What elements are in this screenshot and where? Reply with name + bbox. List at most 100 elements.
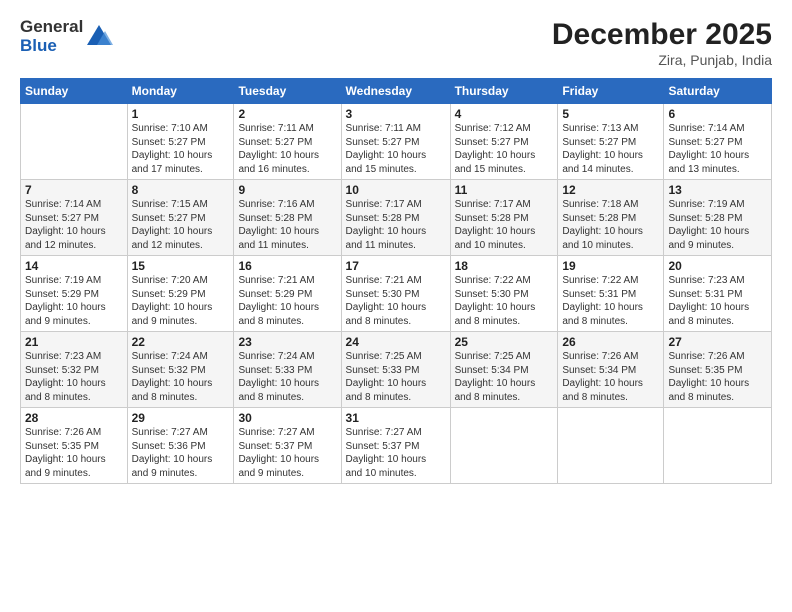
col-header-monday: Monday bbox=[127, 79, 234, 104]
day-info: Sunrise: 7:24 AMSunset: 5:32 PMDaylight:… bbox=[132, 350, 230, 404]
day-info: Sunrise: 7:23 AMSunset: 5:31 PMDaylight:… bbox=[668, 274, 767, 328]
day-info: Sunrise: 7:15 AMSunset: 5:27 PMDaylight:… bbox=[132, 198, 230, 252]
logo-blue: Blue bbox=[20, 37, 83, 56]
calendar-cell: 10Sunrise: 7:17 AMSunset: 5:28 PMDayligh… bbox=[341, 180, 450, 256]
calendar-cell: 9Sunrise: 7:16 AMSunset: 5:28 PMDaylight… bbox=[234, 180, 341, 256]
calendar-cell: 4Sunrise: 7:12 AMSunset: 5:27 PMDaylight… bbox=[450, 104, 558, 180]
day-number: 24 bbox=[346, 335, 446, 349]
page-header: General Blue December 2025 Zira, Punjab,… bbox=[20, 18, 772, 68]
calendar-cell: 15Sunrise: 7:20 AMSunset: 5:29 PMDayligh… bbox=[127, 256, 234, 332]
day-number: 29 bbox=[132, 411, 230, 425]
calendar-cell: 11Sunrise: 7:17 AMSunset: 5:28 PMDayligh… bbox=[450, 180, 558, 256]
calendar-header-row: SundayMondayTuesdayWednesdayThursdayFrid… bbox=[21, 79, 772, 104]
calendar-cell: 29Sunrise: 7:27 AMSunset: 5:36 PMDayligh… bbox=[127, 408, 234, 484]
day-number: 20 bbox=[668, 259, 767, 273]
calendar-table: SundayMondayTuesdayWednesdayThursdayFrid… bbox=[20, 78, 772, 484]
day-number: 19 bbox=[562, 259, 659, 273]
day-number: 18 bbox=[455, 259, 554, 273]
day-info: Sunrise: 7:27 AMSunset: 5:37 PMDaylight:… bbox=[238, 426, 336, 480]
col-header-friday: Friday bbox=[558, 79, 664, 104]
calendar-cell: 20Sunrise: 7:23 AMSunset: 5:31 PMDayligh… bbox=[664, 256, 772, 332]
calendar-cell: 5Sunrise: 7:13 AMSunset: 5:27 PMDaylight… bbox=[558, 104, 664, 180]
day-number: 31 bbox=[346, 411, 446, 425]
month-year: December 2025 bbox=[552, 18, 772, 52]
calendar-cell: 28Sunrise: 7:26 AMSunset: 5:35 PMDayligh… bbox=[21, 408, 128, 484]
day-info: Sunrise: 7:17 AMSunset: 5:28 PMDaylight:… bbox=[455, 198, 554, 252]
day-number: 27 bbox=[668, 335, 767, 349]
day-info: Sunrise: 7:25 AMSunset: 5:34 PMDaylight:… bbox=[455, 350, 554, 404]
day-info: Sunrise: 7:11 AMSunset: 5:27 PMDaylight:… bbox=[346, 122, 446, 176]
calendar-cell bbox=[558, 408, 664, 484]
day-number: 2 bbox=[238, 107, 336, 121]
col-header-sunday: Sunday bbox=[21, 79, 128, 104]
day-info: Sunrise: 7:20 AMSunset: 5:29 PMDaylight:… bbox=[132, 274, 230, 328]
logo: General Blue bbox=[20, 18, 113, 55]
day-info: Sunrise: 7:22 AMSunset: 5:30 PMDaylight:… bbox=[455, 274, 554, 328]
calendar-week-5: 28Sunrise: 7:26 AMSunset: 5:35 PMDayligh… bbox=[21, 408, 772, 484]
title-block: December 2025 Zira, Punjab, India bbox=[552, 18, 772, 68]
day-number: 9 bbox=[238, 183, 336, 197]
calendar-cell: 3Sunrise: 7:11 AMSunset: 5:27 PMDaylight… bbox=[341, 104, 450, 180]
calendar-cell bbox=[450, 408, 558, 484]
calendar-cell: 6Sunrise: 7:14 AMSunset: 5:27 PMDaylight… bbox=[664, 104, 772, 180]
day-number: 13 bbox=[668, 183, 767, 197]
day-info: Sunrise: 7:12 AMSunset: 5:27 PMDaylight:… bbox=[455, 122, 554, 176]
day-info: Sunrise: 7:14 AMSunset: 5:27 PMDaylight:… bbox=[25, 198, 123, 252]
calendar-cell bbox=[21, 104, 128, 180]
day-number: 6 bbox=[668, 107, 767, 121]
day-number: 14 bbox=[25, 259, 123, 273]
day-number: 26 bbox=[562, 335, 659, 349]
calendar-cell: 22Sunrise: 7:24 AMSunset: 5:32 PMDayligh… bbox=[127, 332, 234, 408]
day-number: 7 bbox=[25, 183, 123, 197]
day-number: 30 bbox=[238, 411, 336, 425]
day-number: 23 bbox=[238, 335, 336, 349]
day-number: 11 bbox=[455, 183, 554, 197]
calendar-cell: 12Sunrise: 7:18 AMSunset: 5:28 PMDayligh… bbox=[558, 180, 664, 256]
day-number: 8 bbox=[132, 183, 230, 197]
day-info: Sunrise: 7:10 AMSunset: 5:27 PMDaylight:… bbox=[132, 122, 230, 176]
col-header-saturday: Saturday bbox=[664, 79, 772, 104]
day-number: 3 bbox=[346, 107, 446, 121]
day-number: 16 bbox=[238, 259, 336, 273]
calendar-cell: 17Sunrise: 7:21 AMSunset: 5:30 PMDayligh… bbox=[341, 256, 450, 332]
col-header-tuesday: Tuesday bbox=[234, 79, 341, 104]
calendar-cell: 23Sunrise: 7:24 AMSunset: 5:33 PMDayligh… bbox=[234, 332, 341, 408]
calendar-cell: 16Sunrise: 7:21 AMSunset: 5:29 PMDayligh… bbox=[234, 256, 341, 332]
day-info: Sunrise: 7:18 AMSunset: 5:28 PMDaylight:… bbox=[562, 198, 659, 252]
day-info: Sunrise: 7:23 AMSunset: 5:32 PMDaylight:… bbox=[25, 350, 123, 404]
location: Zira, Punjab, India bbox=[552, 52, 772, 68]
calendar-cell: 26Sunrise: 7:26 AMSunset: 5:34 PMDayligh… bbox=[558, 332, 664, 408]
day-info: Sunrise: 7:16 AMSunset: 5:28 PMDaylight:… bbox=[238, 198, 336, 252]
col-header-wednesday: Wednesday bbox=[341, 79, 450, 104]
calendar-week-1: 1Sunrise: 7:10 AMSunset: 5:27 PMDaylight… bbox=[21, 104, 772, 180]
day-info: Sunrise: 7:25 AMSunset: 5:33 PMDaylight:… bbox=[346, 350, 446, 404]
calendar-cell: 27Sunrise: 7:26 AMSunset: 5:35 PMDayligh… bbox=[664, 332, 772, 408]
day-info: Sunrise: 7:11 AMSunset: 5:27 PMDaylight:… bbox=[238, 122, 336, 176]
calendar-cell: 13Sunrise: 7:19 AMSunset: 5:28 PMDayligh… bbox=[664, 180, 772, 256]
calendar-week-2: 7Sunrise: 7:14 AMSunset: 5:27 PMDaylight… bbox=[21, 180, 772, 256]
day-number: 28 bbox=[25, 411, 123, 425]
calendar-cell: 2Sunrise: 7:11 AMSunset: 5:27 PMDaylight… bbox=[234, 104, 341, 180]
day-number: 4 bbox=[455, 107, 554, 121]
calendar-cell: 14Sunrise: 7:19 AMSunset: 5:29 PMDayligh… bbox=[21, 256, 128, 332]
calendar-cell: 1Sunrise: 7:10 AMSunset: 5:27 PMDaylight… bbox=[127, 104, 234, 180]
day-info: Sunrise: 7:26 AMSunset: 5:34 PMDaylight:… bbox=[562, 350, 659, 404]
calendar-cell: 7Sunrise: 7:14 AMSunset: 5:27 PMDaylight… bbox=[21, 180, 128, 256]
calendar-cell: 18Sunrise: 7:22 AMSunset: 5:30 PMDayligh… bbox=[450, 256, 558, 332]
day-info: Sunrise: 7:19 AMSunset: 5:28 PMDaylight:… bbox=[668, 198, 767, 252]
calendar-cell: 21Sunrise: 7:23 AMSunset: 5:32 PMDayligh… bbox=[21, 332, 128, 408]
day-number: 21 bbox=[25, 335, 123, 349]
day-info: Sunrise: 7:27 AMSunset: 5:36 PMDaylight:… bbox=[132, 426, 230, 480]
calendar-cell: 31Sunrise: 7:27 AMSunset: 5:37 PMDayligh… bbox=[341, 408, 450, 484]
day-info: Sunrise: 7:27 AMSunset: 5:37 PMDaylight:… bbox=[346, 426, 446, 480]
day-info: Sunrise: 7:19 AMSunset: 5:29 PMDaylight:… bbox=[25, 274, 123, 328]
day-number: 10 bbox=[346, 183, 446, 197]
calendar-cell: 25Sunrise: 7:25 AMSunset: 5:34 PMDayligh… bbox=[450, 332, 558, 408]
calendar-cell: 19Sunrise: 7:22 AMSunset: 5:31 PMDayligh… bbox=[558, 256, 664, 332]
day-info: Sunrise: 7:13 AMSunset: 5:27 PMDaylight:… bbox=[562, 122, 659, 176]
day-number: 25 bbox=[455, 335, 554, 349]
day-number: 5 bbox=[562, 107, 659, 121]
day-number: 17 bbox=[346, 259, 446, 273]
day-info: Sunrise: 7:21 AMSunset: 5:29 PMDaylight:… bbox=[238, 274, 336, 328]
calendar-cell: 30Sunrise: 7:27 AMSunset: 5:37 PMDayligh… bbox=[234, 408, 341, 484]
